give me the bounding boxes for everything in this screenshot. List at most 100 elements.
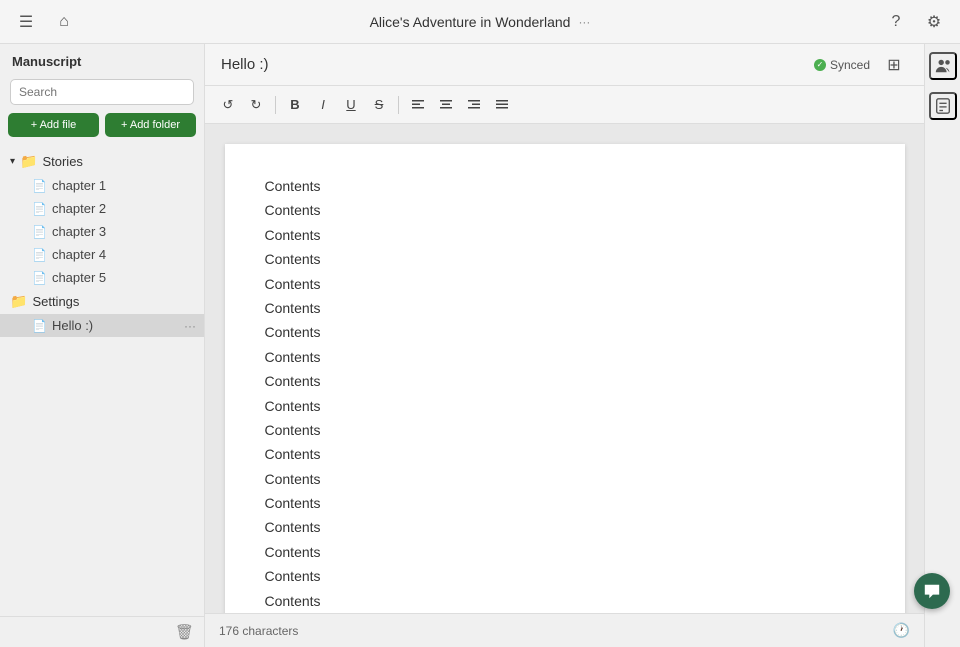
sidebar: Manuscript + Add file + Add folder ▾ 📁 S…: [0, 44, 205, 647]
top-bar: ☰ ⌂ Alice's Adventure in Wonderland ··· …: [0, 0, 960, 44]
redo-button[interactable]: ↻: [243, 92, 269, 118]
align-left-button[interactable]: [405, 92, 431, 118]
sidebar-item-label: Hello :): [52, 318, 179, 333]
synced-badge: ✓ Synced: [814, 58, 870, 72]
folder-icon: 📁: [10, 293, 27, 310]
editor-line: Contents: [265, 272, 865, 296]
settings-icon: ⚙: [927, 12, 941, 32]
right-sidebar: [924, 44, 960, 647]
editor-line: Contents: [265, 467, 865, 491]
folder-label: Stories: [42, 154, 82, 169]
top-bar-right: ? ⚙: [882, 8, 948, 36]
doc-icon: 📄: [32, 179, 47, 193]
chat-bubble[interactable]: [914, 573, 950, 609]
notes-button[interactable]: [929, 92, 957, 120]
chevron-down-icon: ▾: [10, 156, 15, 167]
editor-content-wrapper: ContentsContentsContentsContentsContents…: [205, 124, 924, 613]
align-justify-button[interactable]: [489, 92, 515, 118]
bold-button[interactable]: B: [282, 92, 308, 118]
help-button[interactable]: ?: [882, 8, 910, 36]
editor-line: Contents: [265, 223, 865, 247]
editor-line: Contents: [265, 540, 865, 564]
add-file-button[interactable]: + Add file: [8, 113, 99, 137]
home-button[interactable]: ⌂: [50, 8, 78, 36]
doc-icon: 📄: [32, 319, 47, 333]
editor-page[interactable]: ContentsContentsContentsContentsContents…: [225, 144, 905, 613]
sidebar-actions: + Add file + Add folder: [0, 113, 204, 145]
editor-topbar: Hello :) ✓ Synced ⊞: [205, 44, 924, 86]
sidebar-footer: 🗑: [0, 616, 204, 647]
editor-title: Hello :): [221, 56, 269, 73]
main-layout: Manuscript + Add file + Add folder ▾ 📁 S…: [0, 44, 960, 647]
home-icon: ⌂: [59, 13, 69, 31]
sidebar-item-chapter3[interactable]: 📄 chapter 3: [0, 220, 204, 243]
doc-icon: 📄: [32, 225, 47, 239]
sidebar-item-hello[interactable]: 📄 Hello :) ···: [0, 314, 204, 337]
align-center-button[interactable]: [433, 92, 459, 118]
sidebar-item-chapter4[interactable]: 📄 chapter 4: [0, 243, 204, 266]
editor-layout-button[interactable]: ⊞: [880, 51, 908, 79]
sidebar-item-label: chapter 5: [52, 270, 196, 285]
history-icon[interactable]: 🕐: [893, 622, 910, 639]
underline-button[interactable]: U: [338, 92, 364, 118]
sidebar-item-label: chapter 2: [52, 201, 196, 216]
trash-icon[interactable]: 🗑: [175, 623, 194, 641]
strikethrough-button[interactable]: S: [366, 92, 392, 118]
help-icon: ?: [892, 13, 901, 31]
sidebar-tree: ▾ 📁 Stories 📄 chapter 1 📄 chapter 2 📄 ch…: [0, 145, 204, 616]
sidebar-item-label: chapter 4: [52, 247, 196, 262]
char-count: 176 characters: [219, 624, 298, 638]
sidebar-item-chapter2[interactable]: 📄 chapter 2: [0, 197, 204, 220]
app-title: Alice's Adventure in Wonderland: [370, 14, 571, 30]
formatting-toolbar: ↺ ↻ B I U S: [205, 86, 924, 124]
editor-area: Hello :) ✓ Synced ⊞ ↺ ↻ B I U S: [205, 44, 924, 647]
sidebar-folder-stories[interactable]: ▾ 📁 Stories: [0, 149, 204, 174]
editor-topbar-right: ✓ Synced ⊞: [814, 51, 908, 79]
more-options-icon[interactable]: ···: [578, 15, 590, 29]
editor-line: Contents: [265, 491, 865, 515]
menu-button[interactable]: ☰: [12, 8, 40, 36]
sidebar-item-chapter1[interactable]: 📄 chapter 1: [0, 174, 204, 197]
sidebar-folder-settings[interactable]: 📁 Settings: [0, 289, 204, 314]
settings-button[interactable]: ⚙: [920, 8, 948, 36]
menu-icon: ☰: [19, 12, 33, 32]
sidebar-header: Manuscript: [0, 44, 204, 75]
editor-line: Contents: [265, 247, 865, 271]
toolbar-separator-2: [398, 96, 399, 114]
editor-line: Contents: [265, 418, 865, 442]
editor-line: Contents: [265, 564, 865, 588]
editor-line: Contents: [265, 442, 865, 466]
editor-line: Contents: [265, 589, 865, 613]
italic-button[interactable]: I: [310, 92, 336, 118]
sidebar-item-label: chapter 3: [52, 224, 196, 239]
synced-dot: ✓: [814, 59, 826, 71]
editor-line: Contents: [265, 320, 865, 344]
item-more-icon[interactable]: ···: [184, 319, 196, 333]
add-folder-button[interactable]: + Add folder: [105, 113, 196, 137]
editor-line: Contents: [265, 296, 865, 320]
editor-line: Contents: [265, 394, 865, 418]
app-title-bar: Alice's Adventure in Wonderland ···: [370, 14, 591, 30]
editor-line: Contents: [265, 369, 865, 393]
editor-footer: 176 characters 🕐: [205, 613, 924, 647]
editor-line: Contents: [265, 174, 865, 198]
sidebar-search-container: [0, 75, 204, 113]
doc-icon: 📄: [32, 248, 47, 262]
toolbar-separator-1: [275, 96, 276, 114]
doc-icon: 📄: [32, 202, 47, 216]
undo-button[interactable]: ↺: [215, 92, 241, 118]
doc-icon: 📄: [32, 271, 47, 285]
top-bar-left: ☰ ⌂: [12, 8, 78, 36]
sidebar-item-chapter5[interactable]: 📄 chapter 5: [0, 266, 204, 289]
people-button[interactable]: [929, 52, 957, 80]
search-input[interactable]: [10, 79, 194, 105]
synced-label: Synced: [830, 58, 870, 72]
folder-label: Settings: [32, 294, 79, 309]
editor-line: Contents: [265, 515, 865, 539]
align-right-button[interactable]: [461, 92, 487, 118]
layout-icon: ⊞: [887, 55, 900, 75]
editor-line: Contents: [265, 345, 865, 369]
folder-icon: 📁: [20, 153, 37, 170]
sidebar-item-label: chapter 1: [52, 178, 196, 193]
editor-line: Contents: [265, 198, 865, 222]
